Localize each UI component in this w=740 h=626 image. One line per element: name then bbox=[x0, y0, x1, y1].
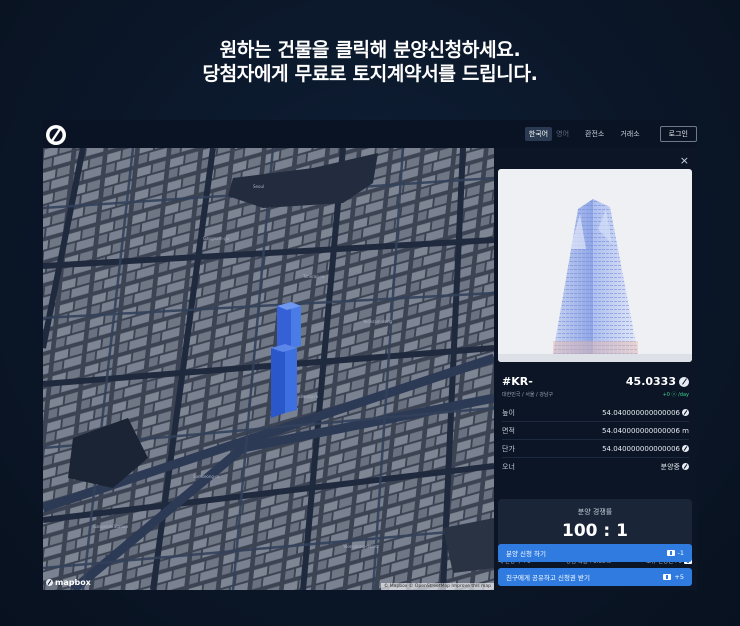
map-attribution[interactable]: © Mapbox © OpenStreetMap Improve this ma… bbox=[380, 583, 494, 590]
share-reward: +5 bbox=[663, 573, 684, 581]
apply-button[interactable]: 분양 신청 하기 -1 bbox=[498, 544, 692, 562]
share-reward-value: +5 bbox=[674, 573, 684, 581]
map-label: Gangnam-gu bbox=[203, 236, 229, 241]
price-value: 45.0333 bbox=[625, 375, 676, 388]
attr-label: 오너 bbox=[502, 462, 515, 471]
map-label: Samseong-ro bbox=[193, 474, 220, 479]
competition-title: 분양 경쟁률 bbox=[577, 508, 613, 516]
attr-area: 면적 54.040000000000006 m bbox=[502, 422, 689, 439]
login-button[interactable]: 로그인 bbox=[659, 126, 697, 142]
nav-market[interactable]: 거래소 bbox=[616, 127, 643, 141]
attr-owner: 오너 분양중 bbox=[502, 458, 689, 475]
building-location: 대한민국 / 서울 / 강남구 bbox=[502, 392, 554, 398]
attr-value-text: 54.040000000000006 bbox=[602, 444, 680, 453]
coin-icon bbox=[682, 409, 689, 416]
map-label: Seoul bbox=[253, 184, 264, 189]
attr-value: 54.040000000000006 bbox=[602, 409, 689, 417]
attr-value-text: 54.040000000000006 bbox=[602, 408, 680, 417]
building-panel: × #KR- 45.0333 대한민국 / 서울 / 강남구 +0 ⓩ /day… bbox=[494, 148, 697, 590]
headline-line-1: 원하는 건물을 클릭해 분양신청하세요. bbox=[219, 39, 521, 61]
attr-value: 54.040000000000006 m bbox=[602, 427, 689, 435]
attr-height: 높이 54.040000000000006 bbox=[502, 404, 689, 421]
map-label: Gangnam Station bbox=[93, 524, 128, 529]
share-button[interactable]: 친구에게 공유하고 신청권 받기 +5 bbox=[498, 568, 692, 586]
mapbox-brand: mapbox bbox=[55, 578, 91, 587]
nav-exchange[interactable]: 환전소 bbox=[581, 127, 608, 141]
coin-icon bbox=[682, 463, 689, 470]
coin-icon bbox=[682, 445, 689, 452]
attr-value: 54.040000000000006 bbox=[602, 445, 689, 453]
tower-render bbox=[498, 199, 692, 362]
map-label: Yeongdong-daero bbox=[342, 544, 378, 549]
headline: 원하는 건물을 클릭해 분양신청하세요. 당첨자에게 무료로 토지계약서를 드립… bbox=[0, 38, 740, 86]
attr-label: 높이 bbox=[502, 408, 515, 417]
building-price: 45.0333 bbox=[626, 375, 689, 388]
ticket-icon bbox=[663, 574, 672, 580]
attr-value: 분양중 bbox=[661, 462, 689, 472]
mapbox-icon bbox=[46, 579, 53, 586]
close-icon[interactable]: × bbox=[680, 154, 689, 167]
top-nav: 한국어 영어 환전소 거래소 로그인 bbox=[524, 126, 697, 142]
attr-value-text: 54.040000000000006 m bbox=[602, 426, 689, 435]
headline-line-2: 당첨자에게 무료로 토지계약서를 드립니다. bbox=[202, 63, 538, 85]
city-map[interactable]: Seoul Gangnam-gu Teheran-ro Yeoksam-dong… bbox=[43, 148, 494, 590]
coin-icon bbox=[679, 376, 689, 387]
lang-korean[interactable]: 한국어 bbox=[524, 127, 553, 141]
share-button-label: 친구에게 공유하고 신청권 받기 bbox=[506, 574, 590, 582]
apply-cost-value: -1 bbox=[677, 549, 684, 557]
lang-english[interactable]: 영어 bbox=[552, 127, 573, 141]
language-toggle: 한국어 영어 bbox=[524, 127, 573, 141]
apply-cost: -1 bbox=[666, 549, 684, 557]
logo-coin-icon[interactable] bbox=[45, 124, 67, 146]
ticket-icon bbox=[666, 550, 675, 556]
building-id: #KR- bbox=[502, 375, 533, 388]
map-label: Yeoksam-dong bbox=[362, 319, 393, 324]
daily-rate: +0 ⓩ /day bbox=[662, 392, 689, 398]
app-frame: 한국어 영어 환전소 거래소 로그인 Seoul Gangnam-gu Tehe… bbox=[43, 120, 697, 590]
attr-value-text: 분양중 bbox=[660, 462, 680, 471]
attr-unit-price: 단가 54.040000000000006 bbox=[502, 440, 689, 457]
attr-label: 면적 bbox=[502, 426, 515, 435]
competition-ratio: 100 : 1 bbox=[562, 521, 628, 541]
map-label: Teheran-ro bbox=[302, 274, 325, 279]
mapbox-logo[interactable]: mapbox bbox=[46, 578, 91, 587]
building-preview bbox=[498, 169, 692, 362]
apply-button-label: 분양 신청 하기 bbox=[506, 550, 547, 558]
attr-label: 단가 bbox=[502, 444, 515, 453]
top-bar: 한국어 영어 환전소 거래소 로그인 bbox=[43, 120, 697, 148]
map-view[interactable]: Seoul Gangnam-gu Teheran-ro Yeoksam-dong… bbox=[43, 148, 494, 590]
